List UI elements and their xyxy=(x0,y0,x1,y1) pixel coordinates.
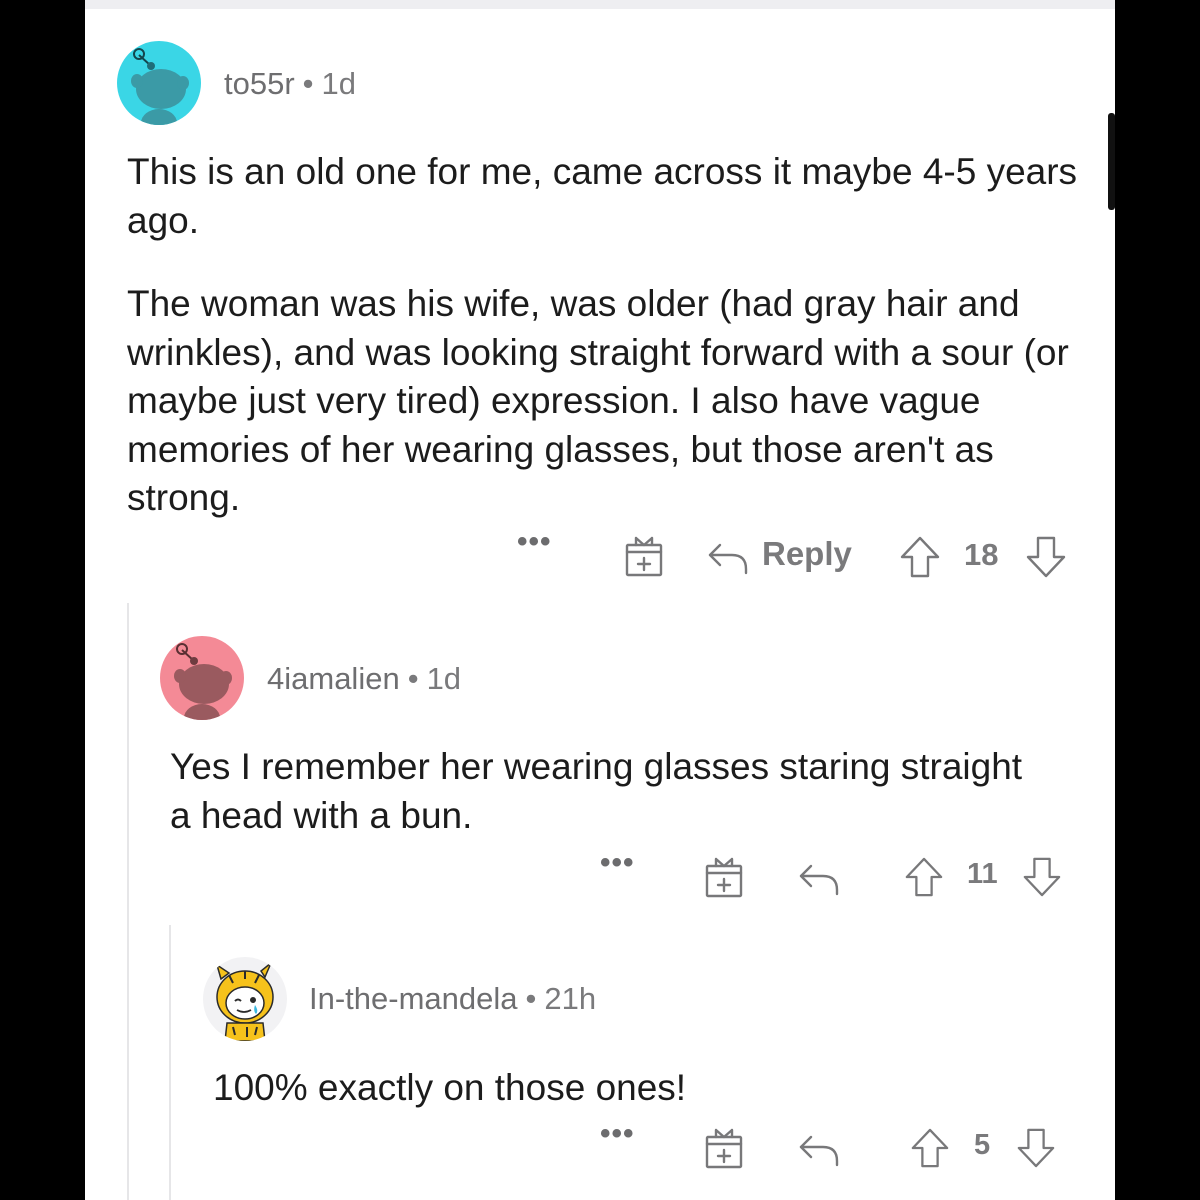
comment-meta: In-the-mandela • 21h xyxy=(309,981,596,1017)
avatar[interactable] xyxy=(117,41,201,125)
gift-box-plus-icon[interactable] xyxy=(704,856,744,900)
top-strip xyxy=(85,0,1115,9)
comment-paragraph: This is an old one for me, came across i… xyxy=(127,151,1078,241)
avatar[interactable] xyxy=(203,957,287,1041)
timestamp: 1d xyxy=(426,661,462,696)
comment-actions: ••• Reply 18 xyxy=(85,525,1115,579)
vote-score: 5 xyxy=(974,1129,991,1161)
thread-line-level-1[interactable] xyxy=(127,603,129,1200)
more-options-button[interactable]: ••• xyxy=(600,846,635,880)
comment-meta: to55r • 1d xyxy=(224,66,356,102)
meta-separator: • xyxy=(302,66,314,101)
meta-separator: • xyxy=(525,981,537,1016)
reply-arrow-icon[interactable] xyxy=(797,860,841,900)
comment-actions: ••• 11 xyxy=(85,846,1115,900)
more-options-button[interactable]: ••• xyxy=(600,1117,635,1151)
upvote-arrow-icon[interactable] xyxy=(899,535,941,579)
comment-actions: ••• 5 xyxy=(85,1117,1115,1171)
gift-box-plus-icon[interactable] xyxy=(624,535,664,579)
timestamp: 21h xyxy=(544,981,597,1016)
comment-paragraph: The woman was his wife, was older (had g… xyxy=(127,283,1069,518)
username[interactable]: In-the-mandela xyxy=(309,981,518,1016)
vote-score: 11 xyxy=(967,858,998,890)
vote-score: 18 xyxy=(964,537,999,572)
reply-arrow-icon[interactable] xyxy=(706,539,750,579)
username[interactable]: to55r xyxy=(224,66,295,101)
scrollbar[interactable] xyxy=(1108,113,1115,210)
snoo-avatar-icon xyxy=(174,643,232,720)
downvote-arrow-icon[interactable] xyxy=(1016,1127,1056,1169)
reply-arrow-icon[interactable] xyxy=(797,1131,841,1171)
comment-body: 100% exactly on those ones! xyxy=(213,1064,1053,1113)
reddit-comment-screen: to55r • 1d This is an old one for me, came… xyxy=(85,0,1115,1200)
avatar[interactable] xyxy=(160,636,244,720)
gift-box-plus-icon[interactable] xyxy=(704,1127,744,1171)
downvote-arrow-icon[interactable] xyxy=(1022,856,1062,898)
comment-paragraph: Yes I remember her wearing glasses stari… xyxy=(170,746,1023,836)
username[interactable]: 4iamalien xyxy=(267,661,400,696)
more-options-button[interactable]: ••• xyxy=(517,525,552,559)
comment-paragraph: 100% exactly on those ones! xyxy=(213,1067,687,1108)
downvote-arrow-icon[interactable] xyxy=(1025,535,1067,579)
reply-button[interactable]: Reply xyxy=(762,535,852,573)
comment-body: This is an old one for me, came across i… xyxy=(127,148,1087,523)
comment-meta: 4iamalien • 1d xyxy=(267,661,461,697)
meta-separator: • xyxy=(407,661,419,696)
timestamp: 1d xyxy=(321,66,357,101)
upvote-arrow-icon[interactable] xyxy=(910,1127,950,1169)
tiger-hood-snoo-avatar-icon xyxy=(215,962,274,1041)
upvote-arrow-icon[interactable] xyxy=(904,856,944,898)
snoo-avatar-icon xyxy=(131,48,189,125)
comment-body: Yes I remember her wearing glasses stari… xyxy=(170,743,1050,840)
